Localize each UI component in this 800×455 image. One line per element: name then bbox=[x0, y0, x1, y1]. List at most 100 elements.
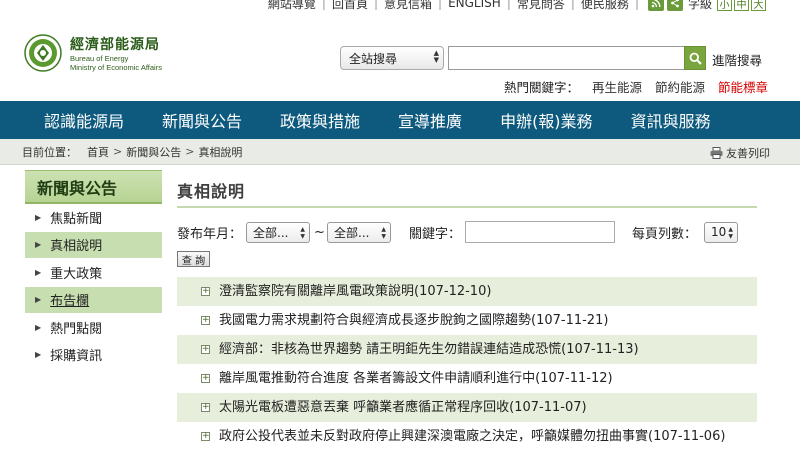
select-arrows-icon: ▲ ▼ bbox=[728, 225, 733, 240]
select-arrows-icon: ▲ ▼ bbox=[381, 225, 386, 240]
news-title[interactable]: 政府公投代表並未反對政府停止興建深澳電廠之決定，呼籲媒體勿扭曲事實(107-11… bbox=[219, 429, 749, 445]
mailbox-link[interactable]: 意見信箱 bbox=[384, 0, 432, 12]
separator: | bbox=[321, 0, 326, 10]
logo-subtitle-2: Ministry of Economic Affairs bbox=[70, 63, 162, 72]
sidebar-item-label: 熱門點閱 bbox=[50, 321, 103, 337]
triangle-right-icon: ▶ bbox=[35, 322, 42, 332]
font-size-small[interactable]: 小 bbox=[717, 0, 732, 11]
breadcrumb: 目前位置： 首頁 > 新聞與公告 > 真相說明 友善列印 bbox=[0, 139, 800, 165]
breadcrumb-label: 目前位置： bbox=[22, 145, 77, 159]
select-arrows-icon: ▲ ▼ bbox=[433, 49, 439, 64]
printer-icon bbox=[710, 147, 723, 159]
hot-keywords: 熱門關鍵字： 再生能源 節約能源 節能標章 bbox=[504, 77, 768, 96]
sidebar-item-procurement[interactable]: ▶ 採購資訊 bbox=[25, 342, 162, 369]
news-list: + 澄清監察院有關離岸風電政策說明(107-12-10) + 我國電力需求規劃符合與… bbox=[177, 277, 757, 451]
list-item[interactable]: + 澄清監察院有關離岸風電政策說明(107-12-10) bbox=[177, 277, 757, 306]
triangle-right-icon: ▶ bbox=[35, 240, 42, 250]
logo-subtitle-1: Bureau of Energy bbox=[70, 54, 129, 63]
triangle-right-icon: ▶ bbox=[35, 212, 42, 222]
nav-information[interactable]: 資訊與服務 bbox=[631, 108, 711, 132]
date-to-select[interactable]: 全部... ▲ ▼ bbox=[327, 221, 391, 243]
nav-promotion[interactable]: 宣導推廣 bbox=[398, 108, 462, 132]
list-item[interactable]: + 我國電力需求規劃符合與經濟成長逐步脫鉤之國際趨勢(107-11-21) bbox=[177, 306, 757, 335]
bureau-emblem-icon bbox=[24, 34, 62, 72]
advanced-search-link[interactable]: 進階搜尋 bbox=[712, 50, 762, 69]
sidebar-item-fact-check[interactable]: ▶ 真相說明 bbox=[25, 231, 162, 259]
separator: | bbox=[570, 0, 575, 10]
query-button[interactable]: 查 詢 bbox=[177, 251, 210, 267]
font-size-medium[interactable]: 中 bbox=[734, 0, 749, 11]
triangle-right-icon: ▶ bbox=[35, 350, 42, 360]
expand-plus-icon: + bbox=[201, 286, 210, 296]
keyword-input[interactable] bbox=[465, 221, 615, 243]
sidebar-item-bulletin[interactable]: ▶ 布告欄 bbox=[25, 286, 162, 314]
list-item[interactable]: + 經濟部：非核為世界趨勢 請王明鉅先生勿錯誤連結造成恐慌(107-11-13) bbox=[177, 335, 757, 364]
english-link[interactable]: ENGLISH bbox=[448, 0, 501, 10]
search-scope-value: 全站搜尋 bbox=[349, 51, 398, 66]
sidebar-item-focus-news[interactable]: ▶ 焦點新聞 bbox=[25, 204, 162, 232]
logo-title: 經濟部能源局 bbox=[70, 37, 160, 53]
breadcrumb-separator: > bbox=[113, 145, 123, 158]
expand-plus-icon: + bbox=[201, 344, 210, 354]
title-divider bbox=[177, 206, 757, 208]
search-button[interactable] bbox=[684, 46, 706, 70]
breadcrumb-news[interactable]: 新聞與公告 bbox=[126, 144, 181, 160]
sidebar-item-label: 布告欄 bbox=[50, 294, 90, 310]
font-size-large[interactable]: 大 bbox=[751, 0, 766, 11]
search-icon bbox=[689, 52, 702, 65]
service-link[interactable]: 便民服務 bbox=[581, 0, 629, 12]
nav-policy[interactable]: 政策與措施 bbox=[280, 108, 360, 132]
news-title[interactable]: 太陽光電板遭惡意丟棄 呼籲業者應循正常程序回收(107-11-07) bbox=[219, 400, 749, 416]
print-button[interactable]: 友善列印 bbox=[710, 145, 770, 161]
faq-link[interactable]: 常見問答 bbox=[517, 0, 565, 12]
date-range-tilde: ~ bbox=[314, 224, 325, 240]
sidebar: 新聞與公告 ▶ 焦點新聞 ▶ 真相說明 ▶ 重大政策 ▶ 布告欄 ▶ 熱門點閱 ▶ 採購資訊 bbox=[25, 170, 162, 369]
hot-keywords-label: 熱門關鍵字： bbox=[503, 80, 579, 95]
site-logo[interactable]: 經濟部能源局 Bureau of Energy Ministry of Econ… bbox=[24, 34, 162, 72]
breadcrumb-home[interactable]: 首頁 bbox=[87, 144, 109, 160]
news-title[interactable]: 我國電力需求規劃符合與經濟成長逐步脫鉤之國際趨勢(107-11-21) bbox=[219, 313, 749, 329]
sitemap-link[interactable]: 網站導覽 bbox=[268, 0, 316, 12]
nav-news[interactable]: 新聞與公告 bbox=[162, 108, 242, 132]
list-item[interactable]: + 政府公投代表並未反對政府停止興建深澳電廠之決定，呼籲媒體勿扭曲事實(107-1… bbox=[177, 422, 757, 451]
expand-plus-icon: + bbox=[201, 315, 210, 325]
rss-icon[interactable] bbox=[647, 0, 664, 11]
separator: | bbox=[506, 0, 511, 10]
separator: | bbox=[438, 0, 443, 10]
sidebar-item-label: 採購資訊 bbox=[50, 349, 103, 365]
search-scope-select[interactable]: 全站搜尋 ▲ ▼ bbox=[340, 46, 444, 70]
date-label: 發布年月： bbox=[177, 226, 243, 242]
sidebar-item-label: 真相說明 bbox=[50, 239, 103, 255]
print-label: 友善列印 bbox=[726, 147, 770, 160]
separator: | bbox=[634, 0, 639, 10]
news-title[interactable]: 澄清監察院有關離岸風電政策說明(107-12-10) bbox=[219, 284, 749, 300]
per-page-value: 10 bbox=[711, 225, 727, 239]
date-to-value: 全部... bbox=[334, 225, 370, 240]
list-item[interactable]: + 太陽光電板遭惡意丟棄 呼籲業者應循正常程序回收(107-11-07) bbox=[177, 393, 757, 422]
hot-keyword-label[interactable]: 節能標章 bbox=[718, 77, 768, 96]
sidebar-item-popular[interactable]: ▶ 熱門點閱 bbox=[25, 314, 162, 342]
per-page-label: 每頁列數： bbox=[632, 226, 698, 242]
triangle-right-icon: ▶ bbox=[35, 267, 42, 277]
share-icon[interactable] bbox=[666, 0, 683, 11]
sidebar-item-label: 重大政策 bbox=[50, 266, 103, 282]
expand-plus-icon: + bbox=[201, 373, 210, 383]
page-title: 真相說明 bbox=[177, 182, 246, 201]
sidebar-item-major-policy[interactable]: ▶ 重大政策 bbox=[25, 259, 162, 287]
nav-application[interactable]: 申辦(報)業務 bbox=[500, 108, 593, 132]
news-title[interactable]: 離岸風電推動符合進度 各業者籌設文件申請順利進行中(107-11-12) bbox=[219, 371, 749, 387]
news-title[interactable]: 經濟部：非核為世界趨勢 請王明鉅先生勿錯誤連結造成恐慌(107-11-13) bbox=[219, 342, 749, 358]
breadcrumb-current: 真相說明 bbox=[198, 145, 243, 159]
filter-bar: 發布年月： 全部... ▲ ▼ ~ 全部... ▲ ▼ 關鍵字： 每頁列數： 10 … bbox=[177, 221, 757, 245]
nav-about[interactable]: 認識能源局 bbox=[44, 108, 124, 132]
date-from-select[interactable]: 全部... ▲ ▼ bbox=[246, 221, 310, 243]
list-item[interactable]: + 離岸風電推動符合進度 各業者籌設文件申請順利進行中(107-11-12) bbox=[177, 364, 757, 393]
per-page-select[interactable]: 10 ▲ ▼ bbox=[704, 221, 738, 243]
hot-keyword-renewable[interactable]: 再生能源 bbox=[592, 77, 642, 96]
font-size-label: 字級 bbox=[687, 0, 712, 11]
hot-keyword-saving[interactable]: 節約能源 bbox=[655, 77, 705, 96]
search-input[interactable] bbox=[448, 46, 684, 70]
sidebar-item-label: 焦點新聞 bbox=[50, 211, 103, 227]
home-link[interactable]: 回首頁 bbox=[332, 0, 368, 12]
separator: | bbox=[373, 0, 379, 10]
